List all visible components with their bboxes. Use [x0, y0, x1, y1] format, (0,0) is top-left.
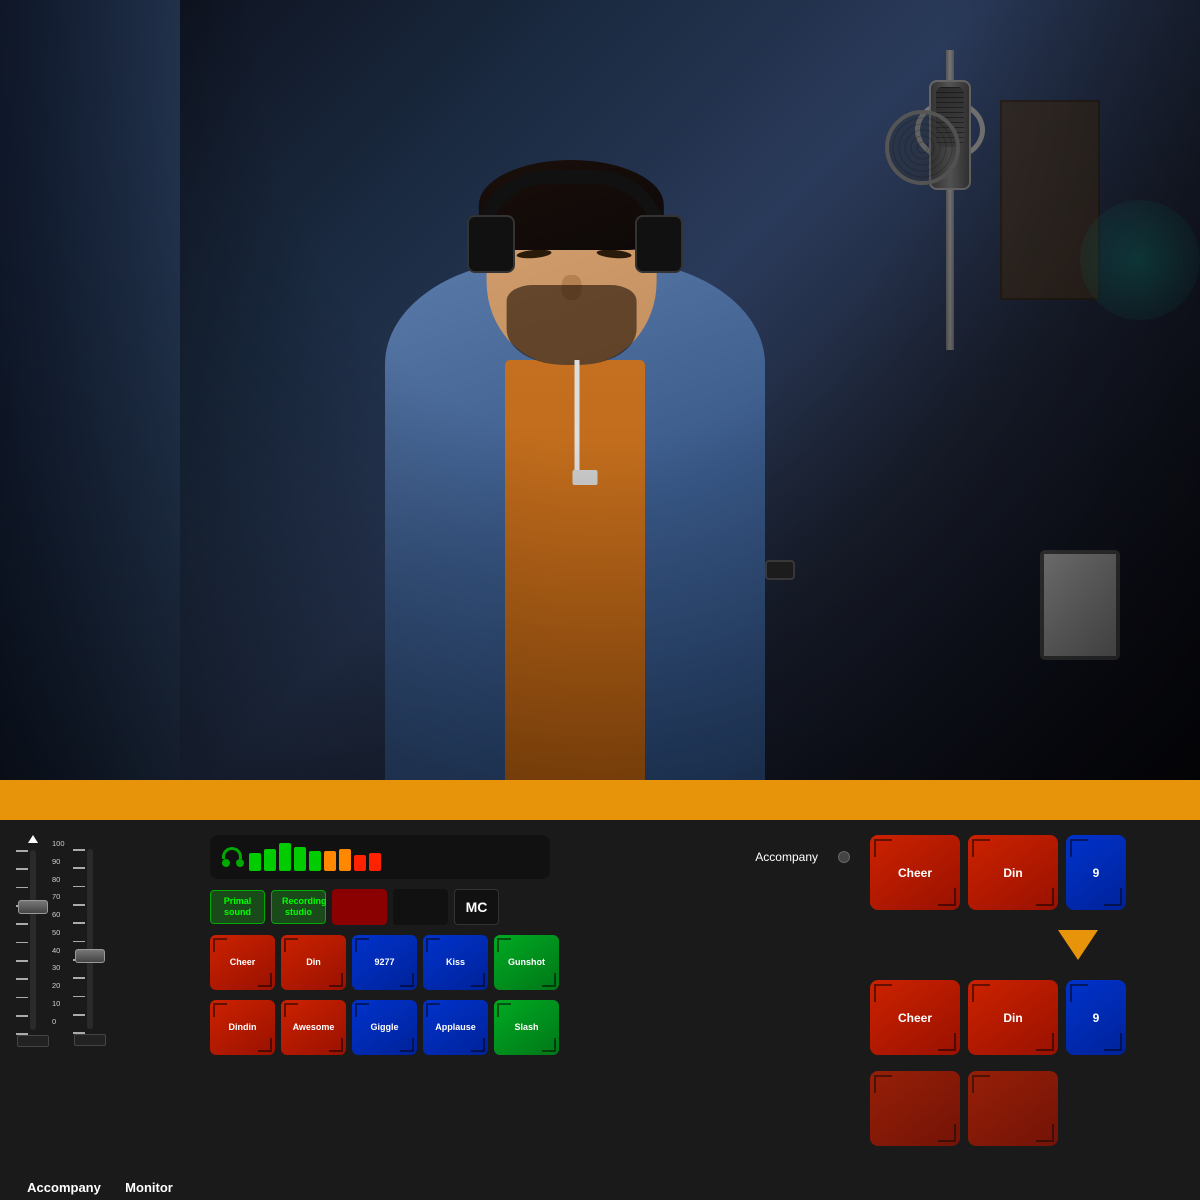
- fader-notch-lines: [16, 850, 28, 1035]
- pop-filter-mesh: [889, 114, 956, 181]
- vu-bar-7: [339, 849, 351, 871]
- divider-bar: [0, 780, 1200, 820]
- right-pads-bottom-row: Cheer Din 9: [870, 980, 1190, 1055]
- pad-slash[interactable]: Slash: [494, 1000, 559, 1055]
- vu-bar-8: [354, 855, 366, 871]
- fader-accompany[interactable]: [15, 835, 50, 1047]
- arrow-indicator-area: [870, 920, 1190, 970]
- teal-light: [1080, 200, 1200, 320]
- microphone-assembly: [900, 50, 1000, 350]
- accompany-label: Accompany: [755, 850, 828, 864]
- pad-applause[interactable]: Applause: [423, 1000, 488, 1055]
- fader-label-accompany: Accompany: [27, 1180, 101, 1195]
- pad-9277[interactable]: 9277: [352, 935, 417, 990]
- pad-cheer-1[interactable]: Cheer: [210, 935, 275, 990]
- primal-sound-button[interactable]: Primalsound: [210, 890, 265, 924]
- vu-bar-2: [264, 849, 276, 871]
- fader-labels: Accompany Monitor: [15, 1172, 185, 1195]
- right-pad-extra-red-1[interactable]: [870, 1071, 960, 1146]
- pad-dindin[interactable]: Dindin: [210, 1000, 275, 1055]
- pad-gunshot[interactable]: Gunshot: [494, 935, 559, 990]
- fader-knob-1[interactable]: [18, 900, 48, 914]
- pad-din-1[interactable]: Din: [281, 935, 346, 990]
- vu-bar-1: [249, 853, 261, 871]
- headphone-cup-icon-l: [222, 859, 230, 867]
- right-pad-cheer-bottom[interactable]: Cheer: [870, 980, 960, 1055]
- right-pads-top-row: Cheer Din 9: [870, 835, 1190, 910]
- right-pad-cheer-top[interactable]: Cheer: [870, 835, 960, 910]
- vu-bar-5: [309, 851, 321, 871]
- right-pad-9-top[interactable]: 9: [1066, 835, 1126, 910]
- pop-filter: [885, 110, 960, 185]
- vu-bar-4: [294, 847, 306, 871]
- vu-bar-3: [279, 843, 291, 871]
- control-panel: 100 90 80 70 60 50 40 30 20 10 0: [0, 820, 1200, 1200]
- recording-studio-button[interactable]: Recordingstudio: [271, 890, 326, 924]
- right-pad-9-bottom[interactable]: 9: [1066, 980, 1126, 1055]
- fader-notch-lines-2: [73, 849, 85, 1034]
- fader-monitor[interactable]: [73, 835, 108, 1046]
- right-pad-din-top[interactable]: Din: [968, 835, 1058, 910]
- pad-awesome[interactable]: Awesome: [281, 1000, 346, 1055]
- middle-section: Accompany Primalsound Recordingstudio MC…: [200, 820, 860, 1200]
- scale-numbers: 100 90 80 70 60 50 40 30 20 10 0: [52, 840, 65, 1025]
- fader-knob-2[interactable]: [75, 949, 105, 963]
- vu-bar-6: [324, 851, 336, 871]
- faders-section: 100 90 80 70 60 50 40 30 20 10 0: [0, 820, 200, 1200]
- tablet-screen: [1044, 554, 1116, 656]
- fader-top-arrow: [28, 835, 38, 843]
- headphone-arc-icon: [222, 847, 242, 859]
- headphone-cup-icon-r: [236, 859, 244, 867]
- headphone-icon: [222, 847, 244, 867]
- pad-giggle[interactable]: Giggle: [352, 1000, 417, 1055]
- watch: [765, 560, 795, 580]
- fader-label-monitor: Monitor: [125, 1180, 173, 1195]
- top-controls-row: Accompany: [210, 835, 850, 879]
- fader-bottom-stop-2: [74, 1034, 106, 1046]
- headphone-cup-left: [467, 215, 515, 273]
- pad-kiss[interactable]: Kiss: [423, 935, 488, 990]
- photo-section: [0, 0, 1200, 780]
- eye-left: [516, 248, 552, 259]
- right-pads-section: Cheer Din 9 Cheer Din 9: [860, 820, 1200, 1200]
- fader-track-1[interactable]: [30, 850, 36, 1030]
- vu-meter: [210, 835, 550, 879]
- fader-track-2[interactable]: [87, 849, 93, 1029]
- person-torso-area: [325, 180, 825, 780]
- beard: [507, 285, 637, 365]
- mode-buttons-row: Primalsound Recordingstudio MC: [210, 889, 850, 925]
- fader-bottom-stop-1: [17, 1035, 49, 1047]
- headphone-cup-right: [635, 215, 683, 273]
- arrow-down-icon: [1058, 930, 1098, 960]
- effect-button-4[interactable]: [393, 889, 448, 925]
- vu-bars: [249, 843, 381, 871]
- arrow-spacer: [1058, 925, 1098, 965]
- vu-bar-9: [369, 853, 381, 871]
- mc-button[interactable]: MC: [454, 889, 499, 925]
- accompany-knob[interactable]: [838, 851, 850, 863]
- curtain-left: [0, 0, 180, 780]
- tablet: [1040, 550, 1120, 660]
- pads-row-1: Cheer Din 9277 Kiss Gunshot: [210, 935, 850, 990]
- pads-row-2: Dindin Awesome Giggle Applause Slash: [210, 1000, 850, 1055]
- eye-right: [596, 248, 632, 259]
- right-pads-extra-row: [870, 1071, 1190, 1146]
- badge: [573, 470, 598, 485]
- right-pad-extra-red-2[interactable]: [968, 1071, 1058, 1146]
- faders-wrapper: 100 90 80 70 60 50 40 30 20 10 0: [15, 835, 185, 1172]
- effect-button-3[interactable]: [332, 889, 387, 925]
- lanyard: [575, 360, 580, 480]
- right-pad-din-bottom[interactable]: Din: [968, 980, 1058, 1055]
